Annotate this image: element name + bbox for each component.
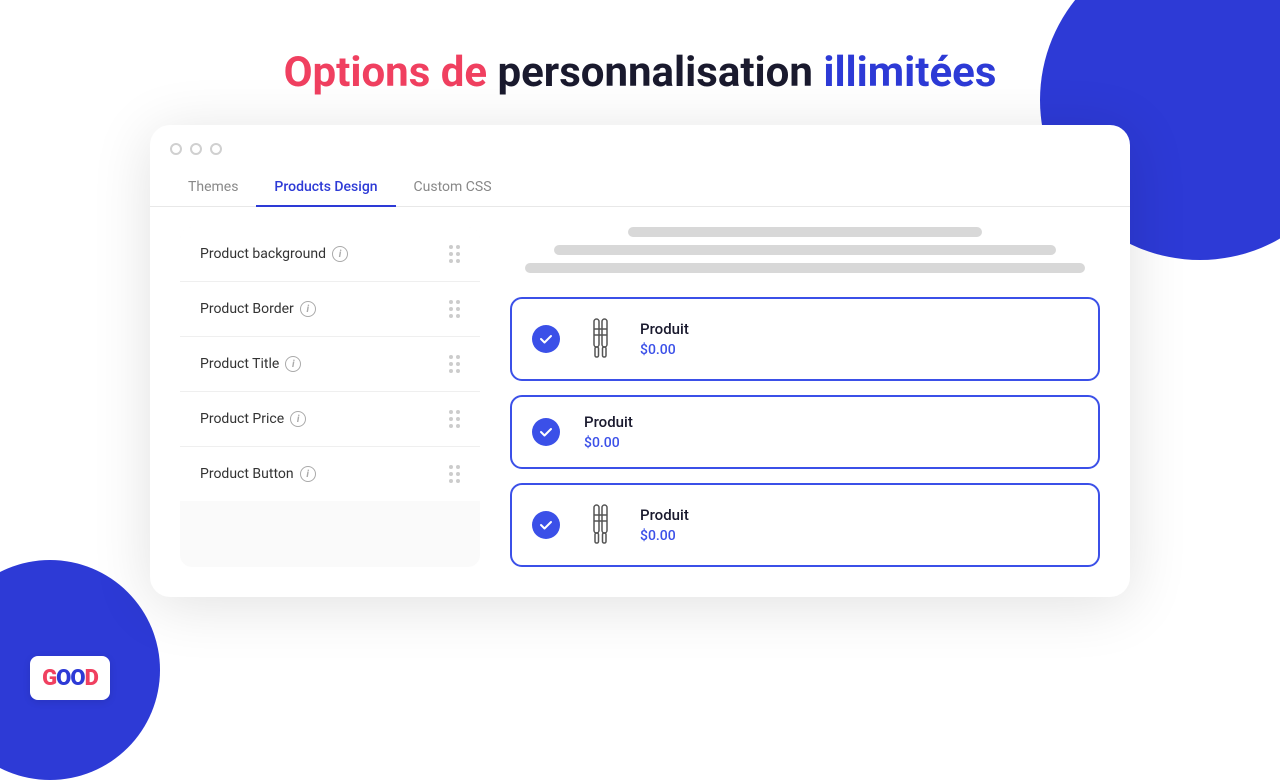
- title-part1: Options de: [284, 48, 498, 97]
- card-price-1: $0.00: [640, 342, 689, 358]
- row-label-title: Product Title i: [200, 356, 301, 372]
- drag-handle-button[interactable]: [449, 465, 460, 483]
- row-text-price: Product Price: [200, 411, 284, 427]
- row-text-border: Product Border: [200, 301, 294, 317]
- logo-o2: O: [70, 666, 84, 691]
- placeholder-line-2: [554, 245, 1056, 255]
- window-body: Product background i Product Border i: [150, 207, 1130, 567]
- card-checkbox-3: [532, 511, 560, 539]
- left-panel: Product background i Product Border i: [180, 227, 480, 567]
- row-text-background: Product background: [200, 246, 326, 262]
- page-wrapper: Options de personnalisation illimitées T…: [0, 0, 1280, 720]
- card-price-2: $0.00: [584, 435, 633, 451]
- card-info-3: Produit $0.00: [640, 506, 689, 544]
- placeholder-line-3: [525, 263, 1086, 273]
- row-label-border: Product Border i: [200, 301, 316, 317]
- checkmark-icon-2: [539, 425, 553, 439]
- tab-themes[interactable]: Themes: [170, 169, 256, 207]
- product-card-1: Produit $0.00: [510, 297, 1100, 381]
- checkmark-icon-1: [539, 332, 553, 346]
- drag-handle-border[interactable]: [449, 300, 460, 318]
- placeholder-lines: [510, 227, 1100, 273]
- window-controls: [150, 125, 1130, 169]
- app-window: Themes Products Design Custom CSS Produc…: [150, 125, 1130, 597]
- logo-box: GOOD: [30, 656, 110, 700]
- settings-row-button: Product Button i: [180, 447, 480, 501]
- product-card-3: Produit $0.00: [510, 483, 1100, 567]
- main-title: Options de personnalisation illimitées: [284, 48, 997, 97]
- card-checkbox-2: [532, 418, 560, 446]
- window-dot-3: [210, 143, 222, 155]
- info-icon-title[interactable]: i: [285, 356, 301, 372]
- info-icon-price[interactable]: i: [290, 411, 306, 427]
- card-title-2: Produit: [584, 413, 633, 431]
- tab-bar: Themes Products Design Custom CSS: [150, 169, 1130, 207]
- card-price-3: $0.00: [640, 528, 689, 544]
- window-dot-1: [170, 143, 182, 155]
- info-icon-background[interactable]: i: [332, 246, 348, 262]
- card-checkbox-1: [532, 325, 560, 353]
- row-text-button: Product Button: [200, 466, 294, 482]
- settings-row-title: Product Title i: [180, 337, 480, 392]
- logo-text: GOOD: [42, 666, 98, 691]
- settings-row-border: Product Border i: [180, 282, 480, 337]
- drag-handle-background[interactable]: [449, 245, 460, 263]
- checkmark-icon-3: [539, 518, 553, 532]
- logo-o1: O: [56, 666, 70, 691]
- logo-container: GOOD: [30, 656, 110, 700]
- card-info-2: Produit $0.00: [584, 413, 633, 451]
- title-part3: illimitées: [813, 48, 997, 97]
- tab-custom-css[interactable]: Custom CSS: [396, 169, 510, 207]
- tab-products-design[interactable]: Products Design: [256, 169, 395, 207]
- row-label-price: Product Price i: [200, 411, 306, 427]
- right-panel: Produit $0.00 Produit $0.00: [510, 227, 1100, 567]
- card-info-1: Produit $0.00: [640, 320, 689, 358]
- logo-g: G: [42, 666, 56, 691]
- window-dot-2: [190, 143, 202, 155]
- title-part2: personnalisation: [498, 48, 813, 97]
- card-title-1: Produit: [640, 320, 689, 338]
- card-image-1: [576, 315, 624, 363]
- row-label-background: Product background i: [200, 246, 348, 262]
- placeholder-line-1: [628, 227, 982, 237]
- card-title-3: Produit: [640, 506, 689, 524]
- drag-handle-title[interactable]: [449, 355, 460, 373]
- info-icon-border[interactable]: i: [300, 301, 316, 317]
- drag-handle-price[interactable]: [449, 410, 460, 428]
- row-label-button: Product Button i: [200, 466, 316, 482]
- settings-row-price: Product Price i: [180, 392, 480, 447]
- row-text-title: Product Title: [200, 356, 279, 372]
- card-image-3: [576, 501, 624, 549]
- logo-o3: D: [85, 666, 98, 691]
- info-icon-button[interactable]: i: [300, 466, 316, 482]
- settings-row-background: Product background i: [180, 227, 480, 282]
- product-card-2: Produit $0.00: [510, 395, 1100, 469]
